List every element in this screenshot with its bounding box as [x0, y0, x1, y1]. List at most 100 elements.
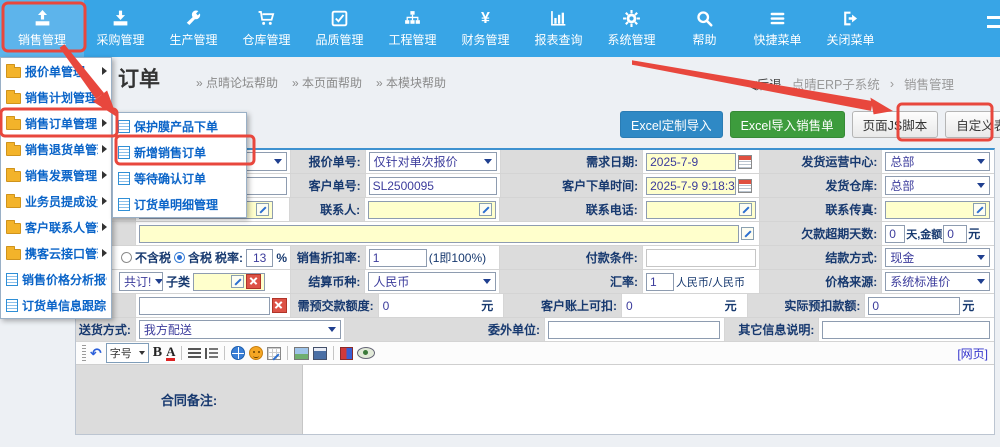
contact-input[interactable]	[368, 201, 496, 219]
nav-item-finance[interactable]: ¥ 财务管理	[449, 0, 522, 57]
edit-icon[interactable]	[479, 203, 492, 216]
breadcrumb-system[interactable]: 点晴ERP子系统	[792, 74, 880, 93]
undo-icon[interactable]: ↶	[90, 346, 102, 360]
delivery-select[interactable]: 我方配送	[139, 320, 341, 339]
submenu-item-film-order[interactable]: 保护膜产品下单	[113, 113, 246, 139]
nav-item-purchase[interactable]: 采购管理	[84, 0, 157, 57]
ship-center-select[interactable]: 总部	[885, 152, 990, 171]
menu-item-commission[interactable]: 业务员提成设置	[1, 188, 111, 214]
menu-item-quotes[interactable]: 报价单管理	[1, 58, 111, 84]
phone-input[interactable]	[646, 201, 756, 219]
discount-label: 销售折扣率:	[291, 246, 366, 269]
contract-remarks-row: 合同备注:	[76, 365, 994, 434]
menu-item-sales-plan[interactable]: 销售计划管理	[1, 84, 111, 110]
bar-chart-icon	[549, 9, 568, 28]
overdue-days-input[interactable]: 0	[885, 225, 905, 243]
exchange-rate-input[interactable]: 1	[646, 273, 674, 291]
nav-item-engineering[interactable]: 工程管理	[376, 0, 449, 57]
nav-item-sales[interactable]: 销售管理	[0, 0, 84, 57]
subclass-input[interactable]	[193, 273, 265, 291]
subclass-prefix-select[interactable]: 共订!	[119, 272, 163, 291]
tax-excluded-radio[interactable]	[121, 252, 132, 263]
warehouse-select[interactable]: 总部	[885, 176, 990, 195]
deduct-value[interactable]: 0	[626, 299, 633, 313]
discount-hint: (1即100%)	[429, 249, 486, 266]
quote-no-select[interactable]: 仅针对单次报价	[369, 152, 497, 171]
menu-item-price-analysis[interactable]: 销售价格分析报告	[1, 266, 111, 292]
edit-icon[interactable]	[739, 203, 752, 216]
breadcrumb-module[interactable]: 销售管理	[904, 74, 954, 93]
payment-terms-input[interactable]	[646, 249, 756, 267]
insert-media-icon[interactable]	[313, 347, 327, 360]
calendar-icon[interactable]	[738, 179, 752, 193]
fax-input[interactable]	[885, 201, 990, 219]
submenu-item-pending-orders[interactable]: 等待确认订单	[113, 165, 246, 191]
menu-item-sales-orders[interactable]: 销售订单管理	[1, 110, 111, 136]
webpage-link[interactable]: [网页]	[957, 345, 988, 362]
menu-item-xiekeyun[interactable]: 携客云接口管理	[1, 240, 111, 266]
customer-no-input[interactable]: SL2500095	[369, 177, 497, 195]
excel-custom-import-button[interactable]: Excel定制导入	[620, 111, 723, 138]
menu-item-sales-invoices[interactable]: 销售发票管理	[1, 162, 111, 188]
folder-icon	[6, 119, 21, 130]
nav-item-help[interactable]: 帮助	[668, 0, 741, 57]
back-link[interactable]: ◀后退	[747, 74, 782, 93]
calendar-icon[interactable]	[738, 155, 752, 169]
submenu-item-order-details[interactable]: 订货单明细管理	[113, 191, 246, 217]
menu-item-order-tracking[interactable]: 订货单信息跟踪	[1, 292, 111, 318]
submenu-item-new-sales-order[interactable]: 新增销售订单	[113, 139, 246, 165]
hyperlink-icon[interactable]	[231, 346, 245, 360]
edit-icon[interactable]	[231, 275, 244, 288]
actual-deduct-input[interactable]: 0	[868, 297, 960, 315]
settle-method-select[interactable]: 现金	[885, 248, 990, 267]
demand-date-input[interactable]: 2025-7-9	[646, 153, 736, 171]
prepay-value[interactable]: 0	[383, 299, 390, 313]
tax-rate-input[interactable]: 13	[246, 249, 273, 267]
font-color-icon[interactable]: A	[166, 346, 175, 361]
excel-import-sales-button[interactable]: Excel导入销售单	[730, 111, 845, 138]
address-input[interactable]	[139, 225, 739, 243]
nav-item-production[interactable]: 生产管理	[157, 0, 230, 57]
overdue-amount-input[interactable]: 0	[943, 225, 967, 243]
currency-select[interactable]: 人民币	[368, 272, 496, 291]
menu-item-customer-contacts[interactable]: 客户联系人管理	[1, 214, 111, 240]
menu-item-sales-returns[interactable]: 销售退货单管理	[1, 136, 111, 162]
clear-icon[interactable]	[246, 274, 261, 289]
bold-icon[interactable]: B	[153, 345, 162, 361]
contract-remarks-editor[interactable]	[303, 365, 994, 434]
list-icon[interactable]	[205, 348, 218, 359]
other-info-input[interactable]	[822, 321, 990, 339]
nav-item-system[interactable]: 系统管理	[595, 0, 668, 57]
nav-item-close-menu[interactable]: 关闭菜单	[814, 0, 887, 57]
clear-icon[interactable]	[272, 298, 287, 313]
flag-icon[interactable]	[340, 347, 353, 360]
nav-item-quick-menu[interactable]: 快捷菜单	[741, 0, 814, 57]
align-icon[interactable]	[188, 348, 201, 359]
outsource-input[interactable]	[548, 321, 720, 339]
edit-icon[interactable]	[741, 227, 754, 240]
custom-form-button[interactable]: 自定义表单	[945, 111, 1000, 138]
font-size-select[interactable]: 字号	[106, 343, 149, 363]
edit-icon[interactable]	[973, 203, 986, 216]
doc-icon	[118, 198, 130, 211]
order-time-input[interactable]: 2025-7-9 9:18:36	[646, 177, 736, 195]
tax-included-radio[interactable]	[174, 252, 185, 263]
tracking-input[interactable]	[139, 297, 270, 315]
page-js-script-button[interactable]: 页面JS脚本	[852, 111, 939, 138]
help-link-forum[interactable]: » 点晴论坛帮助	[196, 74, 278, 91]
preview-icon[interactable]	[357, 347, 375, 359]
edit-icon[interactable]	[256, 203, 269, 216]
form-row: 不含税 含税 税率: 13 % 销售折扣率: 1(1即100%) 付款条件: 结…	[76, 246, 994, 270]
nav-item-warehouse[interactable]: 仓库管理	[230, 0, 303, 57]
nav-item-quality[interactable]: 品质管理	[303, 0, 376, 57]
emoticon-icon[interactable]	[249, 346, 263, 360]
price-source-select[interactable]: 系统标准价	[885, 272, 990, 291]
help-link-page[interactable]: » 本页面帮助	[292, 74, 362, 91]
nav-label: 关闭菜单	[826, 31, 874, 48]
help-link-module[interactable]: » 本模块帮助	[376, 74, 446, 91]
insert-image-icon[interactable]	[294, 347, 309, 360]
nav-item-reports[interactable]: 报表查询	[522, 0, 595, 57]
insert-table-icon[interactable]	[267, 347, 281, 360]
discount-input[interactable]: 1	[369, 249, 427, 267]
toolbar-drag-handle[interactable]	[82, 345, 86, 361]
